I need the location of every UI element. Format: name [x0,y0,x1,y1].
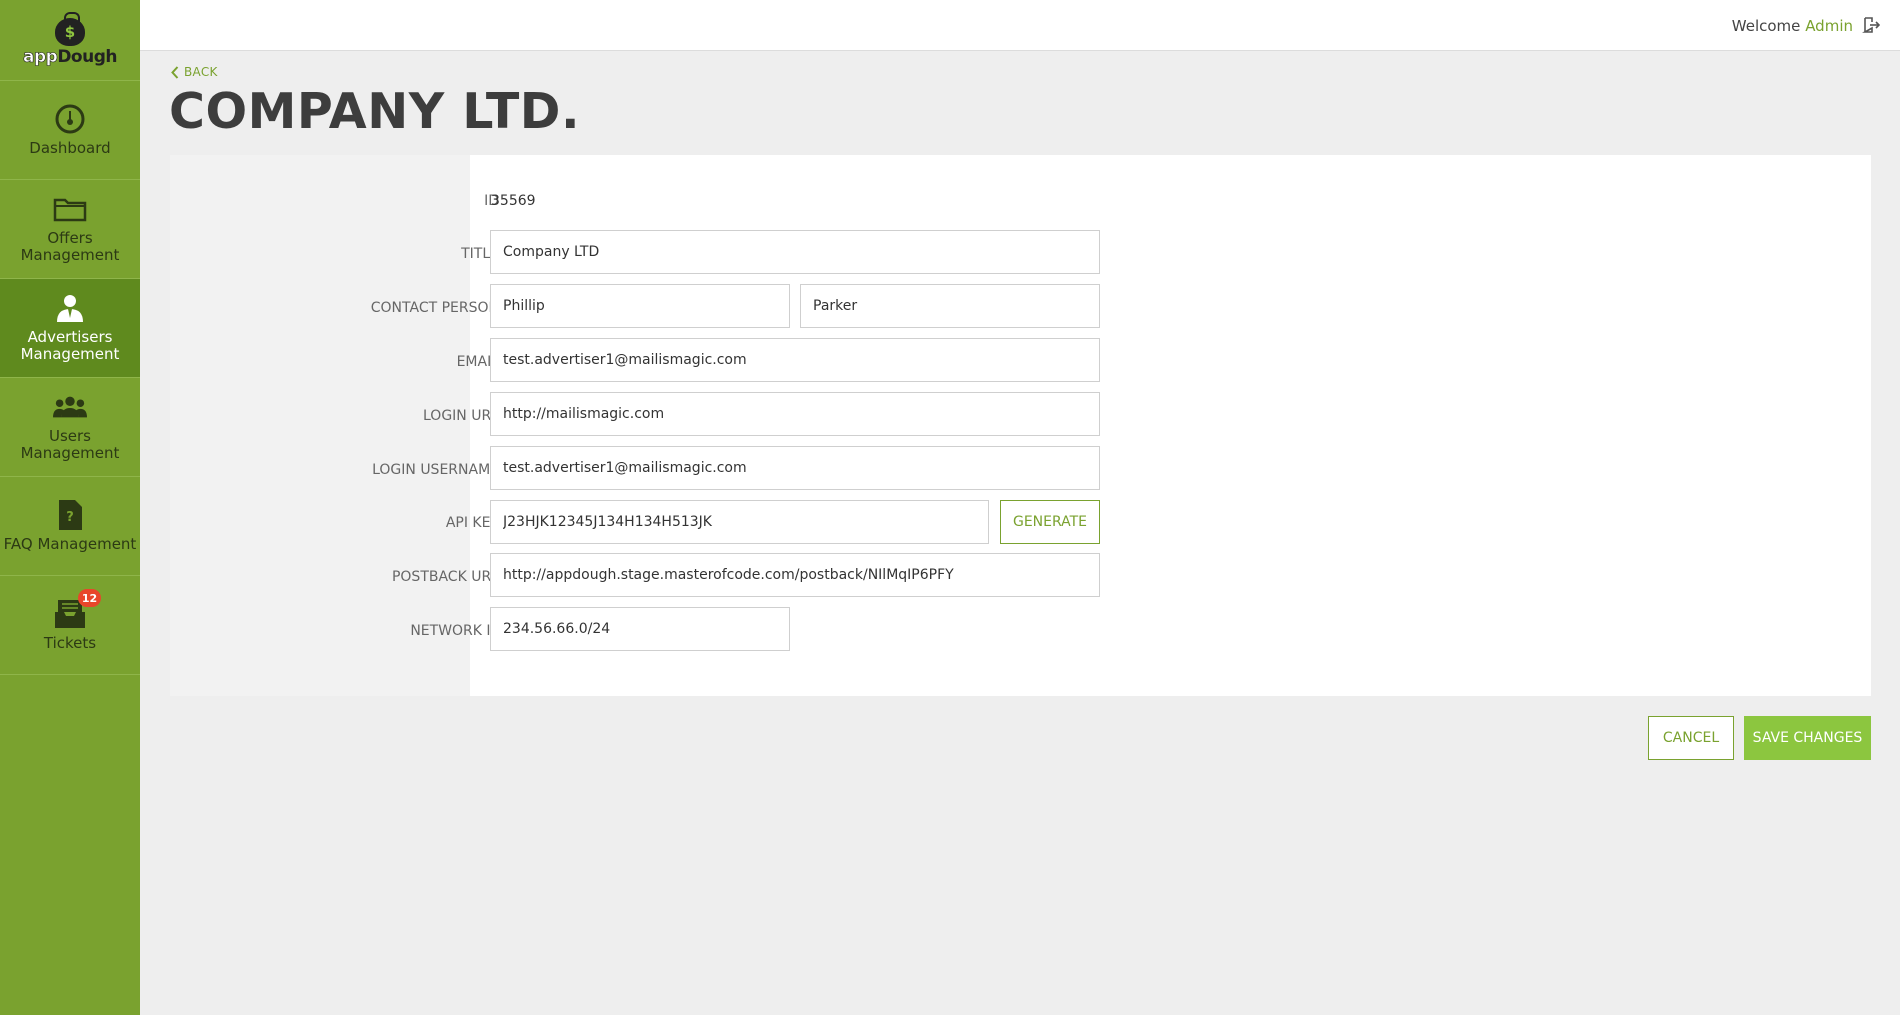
back-link[interactable]: BACK [171,65,218,79]
email-input[interactable] [490,338,1100,382]
sidebar-item-label: Tickets [43,633,97,652]
login-username-input[interactable] [490,446,1100,490]
sidebar-item-label: Offers Management [20,229,120,264]
page-title: COMPANY LTD. [169,83,581,140]
sidebar-item-users[interactable]: Users Management [0,378,140,477]
app-logo[interactable]: $ appDough [0,0,140,81]
network-ip-input[interactable] [490,607,790,651]
network-ip-label: NETWORK IP [410,623,499,639]
contact-first-name-input[interactable] [490,284,790,328]
users-group-icon [53,392,87,422]
sidebar-item-dashboard[interactable]: Dashboard [0,81,140,180]
svg-text:?: ? [66,510,74,525]
welcome-text: Welcome [1731,17,1801,35]
sidebar-item-label: Users Management [20,427,120,462]
form-label-column [170,155,470,696]
folder-icon [53,194,87,224]
sidebar-item-label: Dashboard [29,138,111,157]
login-username-label: LOGIN USERNAME [372,462,499,478]
sidebar-item-advertisers[interactable]: Advertisers Management [0,279,140,378]
save-changes-button[interactable]: SAVE CHANGES [1744,716,1871,760]
advertiser-icon [53,293,87,323]
api-key-input[interactable] [490,500,989,544]
top-bar: Welcome Admin [140,0,1900,51]
sidebar: $ appDough Dashboard Offers Management A… [0,0,140,1015]
postback-url-label: POSTBACK URL [391,569,499,585]
sidebar-item-faq[interactable]: ? FAQ Management [0,477,140,576]
generate-api-key-button[interactable]: GENERATE [1000,500,1100,544]
money-bag-icon: $ [55,11,85,46]
speedometer-icon [53,104,87,134]
logo-text: appDough [23,46,118,67]
logout-icon[interactable] [1862,16,1880,34]
cancel-button[interactable]: CANCEL [1648,716,1734,760]
login-url-label: LOGIN URL [423,408,499,424]
sidebar-item-offers[interactable]: Offers Management [0,180,140,279]
sidebar-item-label: FAQ Management [3,534,137,553]
title-input[interactable] [490,230,1100,274]
id-value: 35569 [491,193,536,209]
sidebar-item-label: Advertisers Management [20,328,120,363]
login-url-input[interactable] [490,392,1100,436]
faq-document-icon: ? [53,499,87,530]
postback-url-input[interactable] [490,553,1100,597]
back-label: BACK [184,65,218,79]
welcome-message: Welcome Admin [1732,17,1853,35]
user-name-link[interactable]: Admin [1805,17,1853,35]
contact-person-label: CONTACT PERSON [370,300,499,316]
tickets-count-badge: 12 [78,589,101,607]
contact-last-name-input[interactable] [800,284,1100,328]
chevron-left-icon [171,65,179,79]
sidebar-item-tickets[interactable]: 12 Tickets [0,576,140,675]
